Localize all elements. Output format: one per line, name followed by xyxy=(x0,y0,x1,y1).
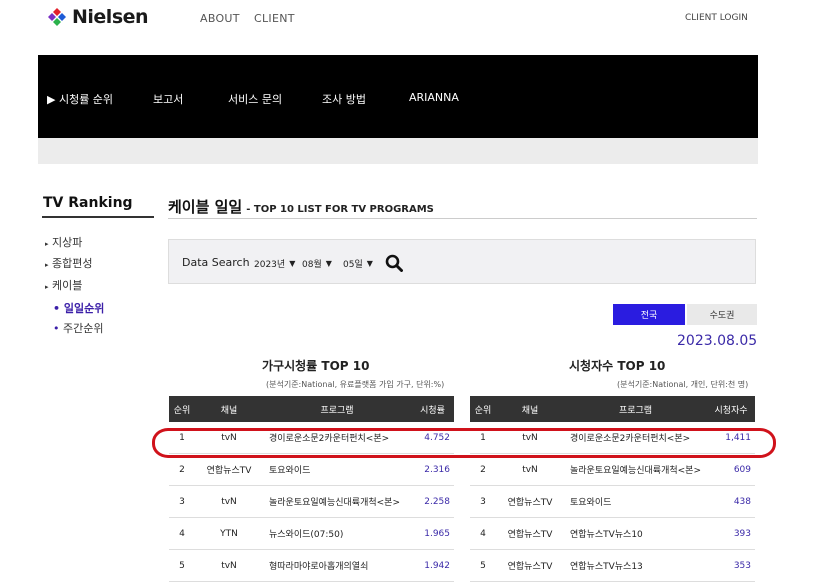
client-login-link[interactable]: CLIENT LOGIN xyxy=(685,13,748,23)
sidebar-title: TV Ranking xyxy=(43,195,133,211)
value-cell: 353 xyxy=(707,549,755,582)
nav-rating-rank[interactable]: ▶ 시청률 순위 xyxy=(47,91,113,107)
table-row: 4 연합뉴스TV 연합뉴스TV뉴스10 393 xyxy=(470,517,755,550)
rank-cell: 2 xyxy=(470,453,496,486)
channel-cell: tvN xyxy=(195,485,263,518)
program-cell[interactable]: 뉴스와이드(07:50) xyxy=(263,517,411,550)
program-cell[interactable]: 토요와이드 xyxy=(564,485,707,518)
value-cell: 393 xyxy=(707,517,755,550)
channel-cell: 연합뉴스TV xyxy=(496,517,564,550)
table-row: 3 tvN 놀라운토요일예능신대륙개척<본> 2.258 xyxy=(169,485,454,518)
highlight-annotation xyxy=(152,428,776,458)
rank-cell: 3 xyxy=(470,485,496,518)
rank-cell: 5 xyxy=(470,549,496,582)
table-header-row: 순위 채널 프로그램 시청자수 xyxy=(470,396,755,422)
rank-cell: 4 xyxy=(169,517,195,550)
channel-cell: tvN xyxy=(496,453,564,486)
table-row: 3 연합뉴스TV 토요와이드 438 xyxy=(470,485,755,518)
sub-navbar xyxy=(38,138,758,164)
table-row: 5 tvN 형따라마야로아홉개의열쇠 1.942 xyxy=(169,549,454,582)
sidebar-item-terrestrial[interactable]: ▸ 지상파 xyxy=(45,234,82,250)
nav-research-method[interactable]: 조사 방법 xyxy=(322,91,366,107)
brand-name: Nielsen xyxy=(72,6,149,28)
sidebar-item-cable[interactable]: ▸ 케이블 xyxy=(45,277,82,293)
household-table-note: (분석기준:National, 유료플랫폼 가입 가구, 단위:%) xyxy=(266,380,445,389)
chevron-down-icon: ▼ xyxy=(366,258,373,268)
page-heading: 케이블 일일 - TOP 10 LIST FOR TV PROGRAMS xyxy=(168,196,434,217)
search-icon[interactable] xyxy=(385,254,403,272)
col-rank: 순위 xyxy=(169,396,195,422)
col-program: 프로그램 xyxy=(564,396,707,422)
page-subtitle: - TOP 10 LIST FOR TV PROGRAMS xyxy=(246,204,434,215)
value-cell: 1.965 xyxy=(411,517,454,550)
viewers-table-title: 시청자수 TOP 10 xyxy=(569,359,666,373)
rank-cell: 2 xyxy=(169,453,195,486)
sidebar-divider xyxy=(42,216,154,218)
rank-cell: 4 xyxy=(470,517,496,550)
channel-cell: tvN xyxy=(195,549,263,582)
col-channel: 채널 xyxy=(496,396,564,422)
day-select[interactable]: 05일 ▼ xyxy=(343,254,373,272)
value-cell: 609 xyxy=(707,453,755,486)
main-navbar xyxy=(38,55,758,138)
household-ranking-table: 순위 채널 프로그램 시청률 1 tvN 경이로운소문2카운터펀치<본> 4.752 2… xyxy=(169,396,454,582)
nielsen-logo-mark-icon xyxy=(48,8,66,26)
program-cell[interactable]: 연합뉴스TV뉴스10 xyxy=(564,517,707,550)
col-rating: 시청률 xyxy=(411,396,454,422)
program-cell[interactable]: 놀라운토요일예능신대륙개척<본> xyxy=(263,485,411,518)
channel-cell: 연합뉴스TV xyxy=(496,485,564,518)
household-table-title: 가구시청률 TOP 10 xyxy=(262,359,370,373)
program-cell[interactable]: 형따라마야로아홉개의열쇠 xyxy=(263,549,411,582)
nav-about-link[interactable]: ABOUT xyxy=(200,12,240,25)
rank-cell: 5 xyxy=(169,549,195,582)
chevron-down-icon: ▼ xyxy=(289,258,296,268)
channel-cell: 연합뉴스TV xyxy=(195,453,263,486)
year-select[interactable]: 2023년 ▼ xyxy=(254,254,295,272)
channel-cell: 연합뉴스TV xyxy=(496,549,564,582)
program-cell[interactable]: 놀라운토요일예능신대륙개척<본> xyxy=(564,453,707,486)
value-cell: 2.258 xyxy=(411,485,454,518)
tab-capital-area[interactable]: 수도권 xyxy=(687,304,757,325)
chevron-down-icon: ▼ xyxy=(325,258,332,268)
viewers-ranking-table: 순위 채널 프로그램 시청자수 1 tvN 경이로운소문2카운터펀치<본> 1,411… xyxy=(470,396,755,582)
sidebar-sub-daily[interactable]: • 일일순위 xyxy=(53,300,104,316)
nav-arianna[interactable]: ARIANNA xyxy=(409,91,459,104)
channel-cell: YTN xyxy=(195,517,263,550)
col-viewers: 시청자수 xyxy=(707,396,755,422)
report-date: 2023.08.05 xyxy=(677,333,758,349)
col-program: 프로그램 xyxy=(263,396,411,422)
viewers-table-note: (분석기준:National, 개인, 단위:천 명) xyxy=(617,380,749,389)
table-header-row: 순위 채널 프로그램 시청률 xyxy=(169,396,454,422)
search-label: Data Search xyxy=(182,256,250,269)
program-cell[interactable]: 연합뉴스TV뉴스13 xyxy=(564,549,707,582)
nav-service-inquiry[interactable]: 서비스 문의 xyxy=(228,91,282,107)
table-row: 2 tvN 놀라운토요일예능신대륙개척<본> 609 xyxy=(470,453,755,486)
value-cell: 1.942 xyxy=(411,549,454,582)
table-row: 2 연합뉴스TV 토요와이드 2.316 xyxy=(169,453,454,486)
col-rank: 순위 xyxy=(470,396,496,422)
sidebar-sub-weekly[interactable]: • 주간순위 xyxy=(53,320,103,336)
page-title: 케이블 일일 xyxy=(168,198,243,216)
value-cell: 438 xyxy=(707,485,755,518)
col-channel: 채널 xyxy=(195,396,263,422)
program-cell[interactable]: 토요와이드 xyxy=(263,453,411,486)
month-select[interactable]: 08월 ▼ xyxy=(302,254,332,272)
rank-cell: 3 xyxy=(169,485,195,518)
sidebar-item-general[interactable]: ▸ 종합편성 xyxy=(45,255,93,271)
table-row: 4 YTN 뉴스와이드(07:50) 1.965 xyxy=(169,517,454,550)
nav-client-link[interactable]: CLIENT xyxy=(254,12,295,25)
heading-divider xyxy=(168,218,757,219)
value-cell: 2.316 xyxy=(411,453,454,486)
nav-reports[interactable]: 보고서 xyxy=(153,91,183,107)
nielsen-logo[interactable]: Nielsen xyxy=(46,6,149,28)
tab-nationwide[interactable]: 전국 xyxy=(613,304,685,325)
table-row: 5 연합뉴스TV 연합뉴스TV뉴스13 353 xyxy=(470,549,755,582)
